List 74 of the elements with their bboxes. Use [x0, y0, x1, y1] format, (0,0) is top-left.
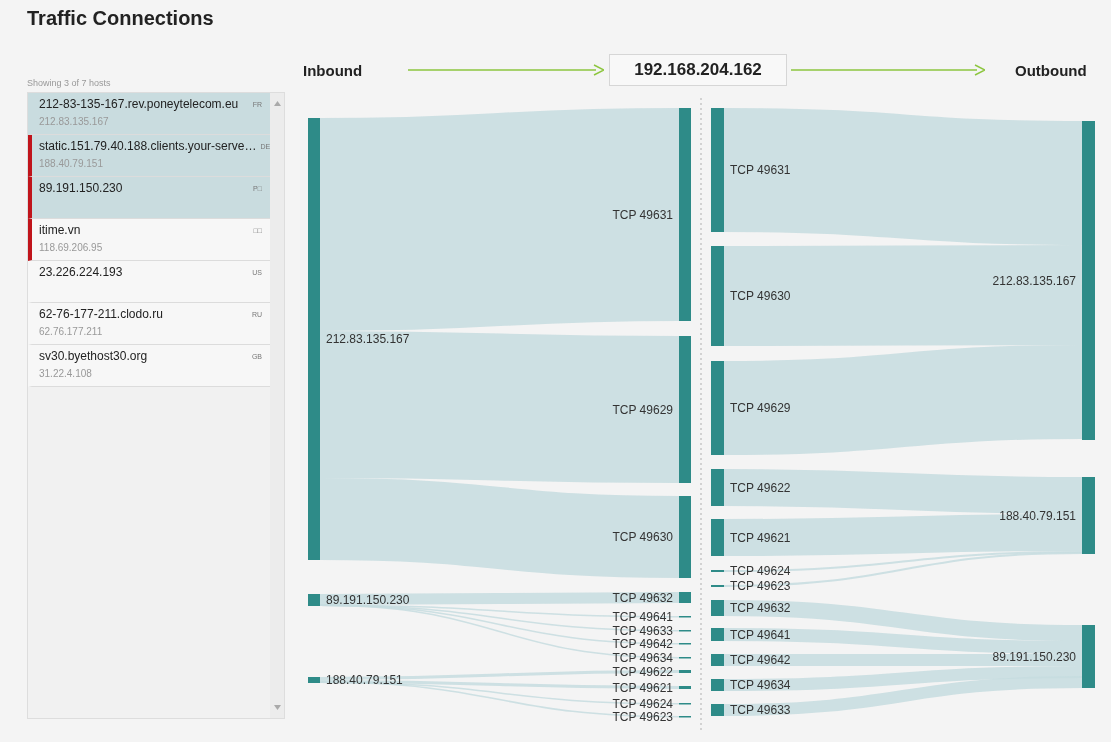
- node-label: TCP 49624: [612, 696, 673, 711]
- sankey-node[interactable]: [679, 670, 691, 673]
- node-label: TCP 49623: [612, 709, 673, 724]
- sankey-node[interactable]: [679, 496, 691, 578]
- node-label: TCP 49633: [612, 623, 673, 638]
- host-ip: 62.76.177.211: [39, 326, 103, 337]
- sankey-node[interactable]: [711, 519, 724, 556]
- host-name: itime.vn: [39, 223, 81, 237]
- node-label: 212.83.135.167: [326, 332, 410, 346]
- sankey-node[interactable]: [711, 246, 724, 346]
- sankey-node[interactable]: [679, 108, 691, 321]
- sankey-node[interactable]: [1082, 121, 1095, 440]
- node-label: TCP 49629: [730, 401, 791, 415]
- sankey-node[interactable]: [711, 704, 724, 716]
- sankey-node[interactable]: [711, 628, 724, 641]
- node-label: 89.191.150.230: [992, 649, 1076, 664]
- sankey-node[interactable]: [711, 108, 724, 232]
- host-address: 192.168.204.162: [609, 54, 787, 86]
- page-title: Traffic Connections: [27, 6, 215, 31]
- scroll-up-icon[interactable]: [273, 101, 281, 106]
- host-name: 89.191.150.230: [39, 181, 123, 195]
- node-label: TCP 49642: [730, 653, 791, 667]
- scroll-down-icon[interactable]: [273, 705, 281, 710]
- node-label: TCP 49630: [612, 530, 673, 544]
- node-label: TCP 49631: [730, 163, 791, 177]
- node-label: TCP 49634: [612, 650, 673, 665]
- node-label: TCP 49629: [612, 402, 673, 417]
- node-label: TCP 49631: [612, 207, 673, 222]
- node-label: TCP 49632: [730, 601, 791, 615]
- node-label: 89.191.150.230: [326, 593, 410, 607]
- node-label: TCP 49622: [612, 664, 673, 679]
- node-label: TCP 49622: [730, 480, 791, 495]
- sankey-node[interactable]: [711, 600, 724, 616]
- sankey-node[interactable]: [711, 679, 724, 691]
- sankey-node[interactable]: [1082, 625, 1095, 688]
- host-name: 23.226.224.193: [39, 265, 123, 279]
- sankey-node[interactable]: [308, 677, 320, 683]
- sankey-node[interactable]: [711, 361, 724, 455]
- node-label: TCP 49623: [730, 579, 791, 593]
- node-label: 188.40.79.151: [999, 508, 1076, 523]
- node-label: 212.83.135.167: [992, 273, 1076, 288]
- scrollbar[interactable]: [270, 93, 284, 718]
- sankey-node[interactable]: [711, 469, 724, 506]
- sankey-node[interactable]: [308, 594, 320, 606]
- outbound-label: Outbound: [1015, 61, 1087, 79]
- arrow-icon: [791, 64, 985, 76]
- sankey-node[interactable]: [679, 336, 691, 483]
- node-label: TCP 49634: [730, 678, 791, 692]
- node-label: TCP 49642: [612, 636, 673, 651]
- host-name: 212-83-135-167.rev.poneytelecom.eu: [39, 97, 239, 111]
- node-label: 188.40.79.151: [326, 673, 403, 687]
- node-label: TCP 49641: [730, 627, 791, 642]
- sankey-node[interactable]: [711, 654, 724, 666]
- node-label: TCP 49621: [730, 530, 791, 545]
- host-name: 62-76-177-211.clodo.ru: [39, 307, 163, 321]
- node-label: TCP 49621: [612, 680, 673, 695]
- node-label: TCP 49633: [730, 703, 791, 717]
- inbound-label: Inbound: [303, 61, 364, 79]
- host-ip: 31.22.4.108: [39, 368, 92, 379]
- sankey-node[interactable]: [679, 592, 691, 603]
- sankey-node[interactable]: [679, 686, 691, 689]
- sankey-node[interactable]: [1082, 477, 1095, 554]
- node-label: TCP 49632: [612, 590, 673, 605]
- host-name: sv30.byethost30.org: [39, 349, 148, 363]
- arrow-icon: [408, 64, 604, 76]
- node-label: TCP 49641: [612, 609, 673, 624]
- node-label: TCP 49624: [730, 564, 791, 578]
- host-ip: 212.83.135.167: [39, 116, 109, 127]
- host-ip: 188.40.79.151: [39, 158, 103, 169]
- sankey-node[interactable]: [308, 118, 320, 560]
- node-label: TCP 49630: [730, 289, 791, 303]
- hosts-summary: Showing 3 of 7 hosts: [27, 77, 112, 89]
- host-name: static.151.79.40.188.clients.your-serve…: [39, 139, 257, 153]
- host-ip: 118.69.206.95: [39, 242, 103, 253]
